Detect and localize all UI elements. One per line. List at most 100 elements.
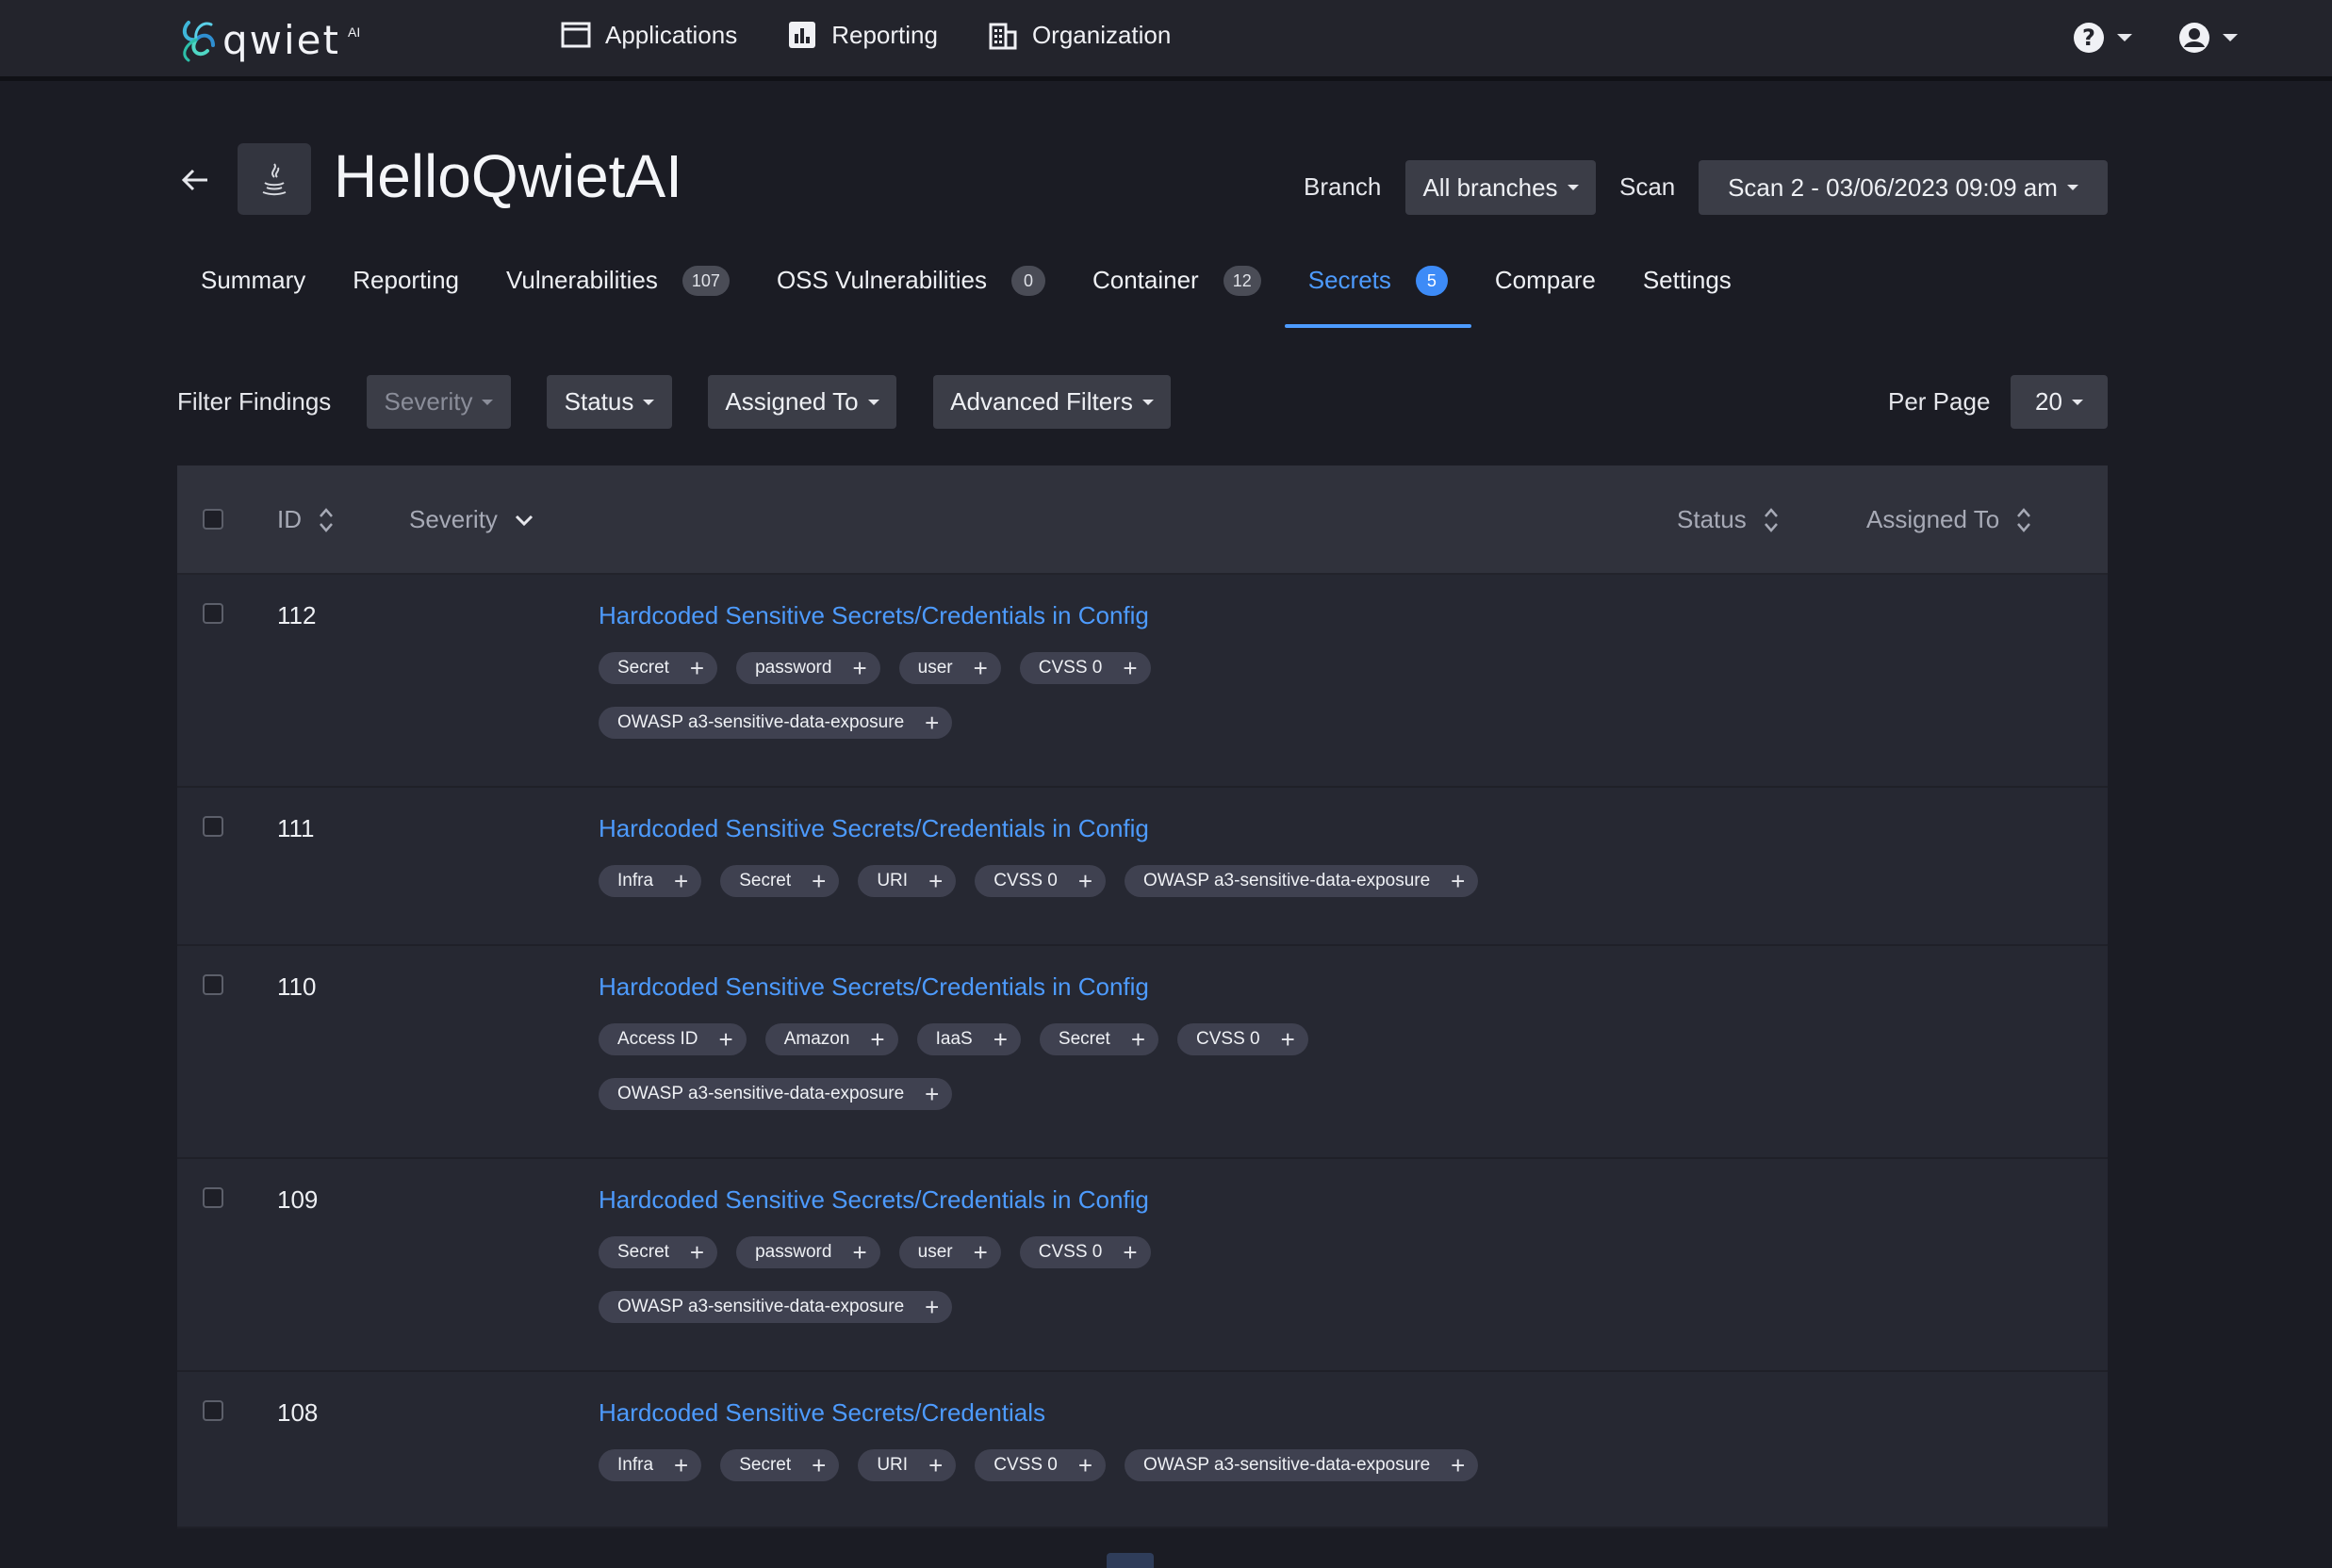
plus-icon[interactable]: +: [1281, 1027, 1295, 1052]
tab-container[interactable]: Container 12: [1069, 251, 1285, 328]
severity-filter-dropdown[interactable]: Severity: [367, 375, 511, 429]
column-id[interactable]: ID: [277, 505, 334, 534]
branch-dropdown[interactable]: All branches: [1405, 160, 1596, 215]
tag-chip[interactable]: OWASP a3-sensitive-data-exposure +: [599, 1078, 953, 1110]
tag-chip[interactable]: password +: [736, 1236, 880, 1268]
tag-chip[interactable]: Infra +: [599, 865, 702, 897]
tag-chip[interactable]: CVSS 0 +: [1019, 652, 1151, 684]
tag-chip[interactable]: Secret +: [1039, 1023, 1158, 1055]
plus-icon[interactable]: +: [852, 1240, 866, 1265]
finding-title-link[interactable]: Hardcoded Sensitive Secrets/Credentials …: [599, 814, 1149, 843]
select-all-checkbox[interactable]: [203, 509, 223, 530]
finding-title-link[interactable]: Hardcoded Sensitive Secrets/Credentials …: [599, 601, 1149, 630]
per-page-dropdown[interactable]: 20: [2011, 375, 2108, 429]
tab-compare[interactable]: Compare: [1471, 251, 1619, 328]
column-assigned-to-label: Assigned To: [1866, 505, 2000, 533]
logo-text: qwiet: [222, 16, 340, 63]
tag-chip[interactable]: Amazon +: [764, 1023, 898, 1055]
plus-icon[interactable]: +: [1123, 656, 1137, 680]
qwiet-logo[interactable]: qwiet AI: [175, 11, 360, 68]
row-checkbox[interactable]: [203, 974, 223, 995]
tag-chip[interactable]: CVSS 0 +: [1019, 1236, 1151, 1268]
row-checkbox[interactable]: [203, 816, 223, 837]
column-status-label: Status: [1677, 505, 1747, 533]
column-status[interactable]: Status: [1677, 505, 1779, 534]
app-language-icon: [238, 143, 311, 215]
tag-chip[interactable]: password +: [736, 652, 880, 684]
tag-chip[interactable]: Secret +: [599, 1236, 718, 1268]
tag-chip[interactable]: Infra +: [599, 1449, 702, 1481]
tag-chip[interactable]: URI +: [858, 865, 957, 897]
tag-chip[interactable]: Secret +: [720, 1449, 840, 1481]
plus-icon[interactable]: +: [1123, 1240, 1137, 1265]
tag-chip[interactable]: user +: [898, 652, 1001, 684]
assigned-to-filter-dropdown[interactable]: Assigned To: [708, 375, 896, 429]
help-menu[interactable]: ?: [2072, 21, 2132, 55]
plus-icon[interactable]: +: [1451, 869, 1465, 893]
finding-title-link[interactable]: Hardcoded Sensitive Secrets/Credentials …: [599, 1185, 1149, 1215]
tag-chip[interactable]: IaaS +: [916, 1023, 1021, 1055]
plus-icon[interactable]: +: [925, 1082, 939, 1106]
row-checkbox[interactable]: [203, 603, 223, 624]
plus-icon[interactable]: +: [925, 1295, 939, 1319]
tab-settings[interactable]: Settings: [1619, 251, 1755, 328]
tag-chip[interactable]: OWASP a3-sensitive-data-exposure +: [599, 707, 953, 739]
main-nav: Applications Reporting Organization: [560, 19, 1171, 51]
findings-table: ID Severity Status Assigned To 112 Hardco…: [177, 466, 2108, 1528]
pagination-current-page[interactable]: [1107, 1553, 1154, 1568]
plus-icon[interactable]: +: [690, 656, 704, 680]
plus-icon[interactable]: +: [690, 1240, 704, 1265]
plus-icon[interactable]: +: [994, 1027, 1008, 1052]
plus-icon[interactable]: +: [674, 1453, 688, 1478]
nav-organization[interactable]: Organization: [987, 19, 1171, 51]
tag-chip[interactable]: CVSS 0 +: [975, 1449, 1107, 1481]
advanced-filters-dropdown[interactable]: Advanced Filters: [933, 375, 1171, 429]
tag-chip[interactable]: URI +: [858, 1449, 957, 1481]
tab-vulnerabilities[interactable]: Vulnerabilities 107: [483, 251, 753, 328]
tag-chip[interactable]: OWASP a3-sensitive-data-exposure +: [1125, 865, 1479, 897]
nav-applications[interactable]: Applications: [560, 19, 737, 51]
nav-reporting[interactable]: Reporting: [786, 19, 938, 51]
tag-chip[interactable]: Secret +: [720, 865, 840, 897]
status-filter-dropdown[interactable]: Status: [547, 375, 672, 429]
plus-icon[interactable]: +: [928, 1453, 943, 1478]
tag-chip[interactable]: Secret +: [599, 652, 718, 684]
plus-icon[interactable]: +: [1451, 1453, 1465, 1478]
plus-icon[interactable]: +: [674, 869, 688, 893]
tag-label: OWASP a3-sensitive-data-exposure: [1143, 1455, 1431, 1475]
finding-title-link[interactable]: Hardcoded Sensitive Secrets/Credentials …: [599, 972, 1149, 1002]
tab-oss-vulnerabilities[interactable]: OSS Vulnerabilities 0: [753, 251, 1069, 328]
plus-icon[interactable]: +: [974, 656, 988, 680]
top-navbar: qwiet AI Applications Reporting Organiza…: [0, 0, 2332, 81]
tag-chip[interactable]: OWASP a3-sensitive-data-exposure +: [1125, 1449, 1479, 1481]
row-checkbox[interactable]: [203, 1400, 223, 1421]
tag-chip[interactable]: OWASP a3-sensitive-data-exposure +: [599, 1291, 953, 1323]
tag-chip[interactable]: CVSS 0 +: [975, 865, 1107, 897]
tab-summary[interactable]: Summary: [177, 251, 329, 328]
tag-chip[interactable]: CVSS 0 +: [1177, 1023, 1308, 1055]
tab-reporting[interactable]: Reporting: [329, 251, 483, 328]
plus-icon[interactable]: +: [925, 710, 939, 735]
scan-dropdown[interactable]: Scan 2 - 03/06/2023 09:09 am: [1699, 160, 2108, 215]
user-menu[interactable]: [2177, 21, 2238, 55]
tag-chip[interactable]: Access ID +: [599, 1023, 747, 1055]
plus-icon[interactable]: +: [1078, 1453, 1092, 1478]
plus-icon[interactable]: +: [870, 1027, 884, 1052]
plus-icon[interactable]: +: [1078, 869, 1092, 893]
plus-icon[interactable]: +: [812, 1453, 826, 1478]
column-assigned-to[interactable]: Assigned To: [1866, 505, 2031, 534]
plus-icon[interactable]: +: [719, 1027, 733, 1052]
plus-icon[interactable]: +: [928, 869, 943, 893]
back-arrow-icon[interactable]: [179, 164, 211, 196]
plus-icon[interactable]: +: [974, 1240, 988, 1265]
plus-icon[interactable]: +: [1131, 1027, 1145, 1052]
tag-chip[interactable]: user +: [898, 1236, 1001, 1268]
plus-icon[interactable]: +: [852, 656, 866, 680]
chevron-down-icon: [1567, 185, 1579, 190]
row-checkbox[interactable]: [203, 1187, 223, 1208]
finding-title-link[interactable]: Hardcoded Sensitive Secrets/Credentials: [599, 1398, 1045, 1428]
plus-icon[interactable]: +: [812, 869, 826, 893]
tab-secrets[interactable]: Secrets 5: [1284, 251, 1472, 328]
tag-label: OWASP a3-sensitive-data-exposure: [617, 712, 905, 732]
column-severity[interactable]: Severity: [409, 505, 534, 534]
